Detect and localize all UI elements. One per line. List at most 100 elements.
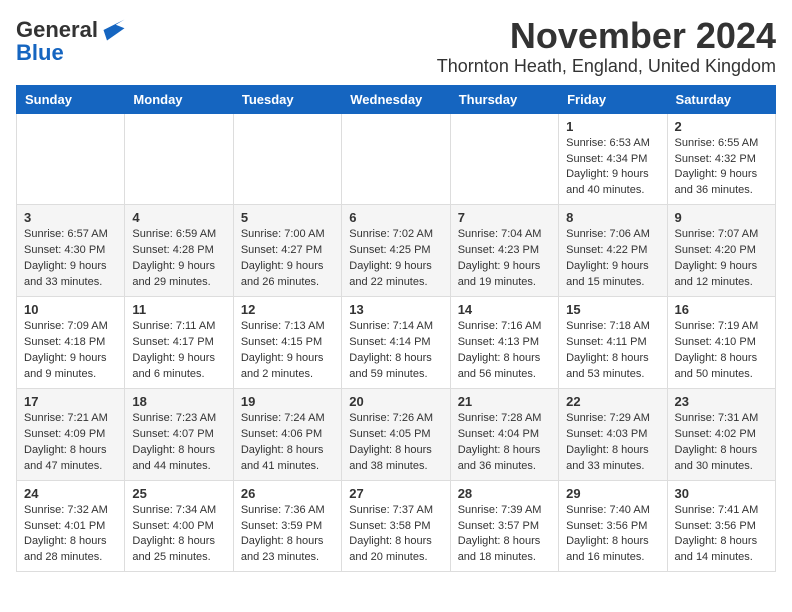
calendar-cell: 9 Sunrise: 7:07 AM Sunset: 4:20 PM Daylig…: [667, 205, 775, 297]
day-number: 30: [675, 486, 768, 501]
day-number: 10: [24, 302, 117, 317]
calendar-cell: 12 Sunrise: 7:13 AM Sunset: 4:15 PM Dayli…: [233, 297, 341, 389]
day-number: 9: [675, 210, 768, 225]
calendar-cell: 25Sunrise: 7:34 AM Sunset: 4:00 PM Dayli…: [125, 480, 233, 572]
calendar-cell: 19 Sunrise: 7:24 AM Sunset: 4:06 PM Dayli…: [233, 388, 341, 480]
day-info: Sunrise: 7:04 AM Sunset: 4:23 PM Dayligh…: [458, 227, 551, 291]
calendar-cell: 3 Sunrise: 6:57 AM Sunset: 4:30 PM Daylig…: [17, 205, 125, 297]
calendar-cell: 24 Sunrise: 7:32 AM Sunset: 4:01 PM Dayli…: [17, 480, 125, 572]
day-info: Sunrise: 7:24 AM Sunset: 4:06 PM Dayligh…: [241, 411, 334, 475]
calendar-table: SundayMondayTuesdayWednesdayThursdayFrid…: [16, 85, 776, 573]
day-info: Sunrise: 7:07 AM Sunset: 4:20 PM Dayligh…: [675, 227, 768, 291]
calendar-cell: 6 Sunrise: 7:02 AM Sunset: 4:25 PM Daylig…: [342, 205, 450, 297]
week-row-4: 24 Sunrise: 7:32 AM Sunset: 4:01 PM Dayli…: [17, 480, 776, 572]
calendar-cell: 14 Sunrise: 7:16 AM Sunset: 4:13 PM Dayli…: [450, 297, 558, 389]
calendar-cell: 20 Sunrise: 7:26 AM Sunset: 4:05 PM Dayli…: [342, 388, 450, 480]
day-info: Sunrise: 7:06 AM Sunset: 4:22 PM Dayligh…: [566, 227, 659, 291]
logo-blue: Blue: [16, 40, 64, 66]
day-info: Sunrise: 7:18 AM Sunset: 4:11 PM Dayligh…: [566, 319, 659, 383]
day-number: 22: [566, 394, 659, 409]
day-info: Sunrise: 7:26 AM Sunset: 4:05 PM Dayligh…: [349, 411, 442, 475]
day-number: 23: [675, 394, 768, 409]
day-number: 11: [132, 302, 225, 317]
calendar-cell: 16 Sunrise: 7:19 AM Sunset: 4:10 PM Dayli…: [667, 297, 775, 389]
day-number: 14: [458, 302, 551, 317]
day-number: 20: [349, 394, 442, 409]
day-number: 7: [458, 210, 551, 225]
day-info: Sunrise: 6:59 AM Sunset: 4:28 PM Dayligh…: [132, 227, 225, 291]
calendar-cell: 26 Sunrise: 7:36 AM Sunset: 3:59 PM Dayli…: [233, 480, 341, 572]
day-number: 5: [241, 210, 334, 225]
day-number: 1: [566, 119, 659, 134]
day-info: Sunrise: 7:32 AM Sunset: 4:01 PM Dayligh…: [24, 503, 117, 567]
header-thursday: Thursday: [450, 85, 558, 113]
day-info: Sunrise: 7:14 AM Sunset: 4:14 PM Dayligh…: [349, 319, 442, 383]
calendar-cell: 28Sunrise: 7:39 AM Sunset: 3:57 PM Dayli…: [450, 480, 558, 572]
day-number: 25: [132, 486, 225, 501]
calendar-cell: 8 Sunrise: 7:06 AM Sunset: 4:22 PM Daylig…: [559, 205, 667, 297]
calendar-cell: 4 Sunrise: 6:59 AM Sunset: 4:28 PM Daylig…: [125, 205, 233, 297]
calendar-cell: 23 Sunrise: 7:31 AM Sunset: 4:02 PM Dayli…: [667, 388, 775, 480]
calendar-cell: [233, 113, 341, 205]
day-number: 21: [458, 394, 551, 409]
header-wednesday: Wednesday: [342, 85, 450, 113]
calendar-cell: 7 Sunrise: 7:04 AM Sunset: 4:23 PM Daylig…: [450, 205, 558, 297]
day-info: Sunrise: 7:39 AM Sunset: 3:57 PM Dayligh…: [458, 503, 551, 567]
calendar-cell: [450, 113, 558, 205]
calendar-cell: [342, 113, 450, 205]
header-saturday: Saturday: [667, 85, 775, 113]
header: General Blue November 2024 Thornton Heat…: [16, 16, 776, 77]
day-info: Sunrise: 7:23 AM Sunset: 4:07 PM Dayligh…: [132, 411, 225, 475]
day-info: Sunrise: 7:21 AM Sunset: 4:09 PM Dayligh…: [24, 411, 117, 475]
header-monday: Monday: [125, 85, 233, 113]
header-tuesday: Tuesday: [233, 85, 341, 113]
calendar-cell: [125, 113, 233, 205]
day-info: Sunrise: 7:13 AM Sunset: 4:15 PM Dayligh…: [241, 319, 334, 383]
day-info: Sunrise: 7:41 AM Sunset: 3:56 PM Dayligh…: [675, 503, 768, 567]
logo: General Blue: [16, 16, 128, 66]
calendar-cell: 11 Sunrise: 7:11 AM Sunset: 4:17 PM Dayli…: [125, 297, 233, 389]
day-number: 13: [349, 302, 442, 317]
day-number: 6: [349, 210, 442, 225]
day-info: Sunrise: 7:40 AM Sunset: 3:56 PM Dayligh…: [566, 503, 659, 567]
day-number: 8: [566, 210, 659, 225]
day-number: 4: [132, 210, 225, 225]
day-number: 26: [241, 486, 334, 501]
logo-general: General: [16, 19, 98, 41]
calendar-cell: 21Sunrise: 7:28 AM Sunset: 4:04 PM Dayli…: [450, 388, 558, 480]
calendar-cell: 5 Sunrise: 7:00 AM Sunset: 4:27 PM Daylig…: [233, 205, 341, 297]
day-number: 29: [566, 486, 659, 501]
day-number: 12: [241, 302, 334, 317]
calendar-cell: 10Sunrise: 7:09 AM Sunset: 4:18 PM Dayli…: [17, 297, 125, 389]
calendar-cell: 17 Sunrise: 7:21 AM Sunset: 4:09 PM Dayli…: [17, 388, 125, 480]
day-info: Sunrise: 7:16 AM Sunset: 4:13 PM Dayligh…: [458, 319, 551, 383]
day-info: Sunrise: 7:00 AM Sunset: 4:27 PM Dayligh…: [241, 227, 334, 291]
day-number: 24: [24, 486, 117, 501]
day-info: Sunrise: 7:37 AM Sunset: 3:58 PM Dayligh…: [349, 503, 442, 567]
header-sunday: Sunday: [17, 85, 125, 113]
calendar-cell: 18Sunrise: 7:23 AM Sunset: 4:07 PM Dayli…: [125, 388, 233, 480]
calendar-cell: 1 Sunrise: 6:53 AM Sunset: 4:34 PM Daylig…: [559, 113, 667, 205]
title-area: November 2024 Thornton Heath, England, U…: [437, 16, 776, 77]
calendar-cell: 2Sunrise: 6:55 AM Sunset: 4:32 PM Daylig…: [667, 113, 775, 205]
calendar-cell: [17, 113, 125, 205]
day-number: 17: [24, 394, 117, 409]
calendar-cell: 15Sunrise: 7:18 AM Sunset: 4:11 PM Dayli…: [559, 297, 667, 389]
header-friday: Friday: [559, 85, 667, 113]
logo-icon: [100, 16, 128, 44]
day-number: 16: [675, 302, 768, 317]
day-info: Sunrise: 6:57 AM Sunset: 4:30 PM Dayligh…: [24, 227, 117, 291]
day-number: 2: [675, 119, 768, 134]
day-info: Sunrise: 7:02 AM Sunset: 4:25 PM Dayligh…: [349, 227, 442, 291]
day-info: Sunrise: 7:31 AM Sunset: 4:02 PM Dayligh…: [675, 411, 768, 475]
day-info: Sunrise: 7:19 AM Sunset: 4:10 PM Dayligh…: [675, 319, 768, 383]
calendar-cell: 22 Sunrise: 7:29 AM Sunset: 4:03 PM Dayli…: [559, 388, 667, 480]
day-number: 3: [24, 210, 117, 225]
day-info: Sunrise: 6:53 AM Sunset: 4:34 PM Dayligh…: [566, 136, 659, 200]
day-info: Sunrise: 7:36 AM Sunset: 3:59 PM Dayligh…: [241, 503, 334, 567]
calendar-cell: 13 Sunrise: 7:14 AM Sunset: 4:14 PM Dayli…: [342, 297, 450, 389]
day-info: Sunrise: 7:11 AM Sunset: 4:17 PM Dayligh…: [132, 319, 225, 383]
week-row-1: 3 Sunrise: 6:57 AM Sunset: 4:30 PM Daylig…: [17, 205, 776, 297]
day-info: Sunrise: 7:29 AM Sunset: 4:03 PM Dayligh…: [566, 411, 659, 475]
day-number: 19: [241, 394, 334, 409]
